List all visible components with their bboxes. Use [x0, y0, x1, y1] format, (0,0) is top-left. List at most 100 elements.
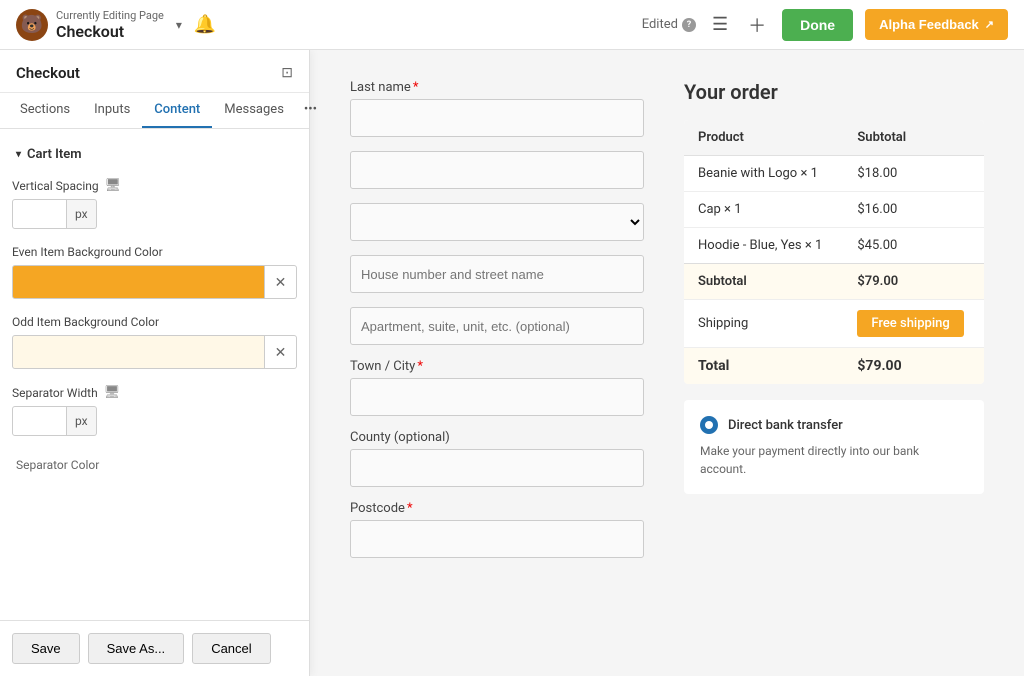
topbar: 🐻 Currently Editing Page Checkout ▾ 🔔 Ed…	[0, 0, 1024, 50]
town-row: Town / City*	[350, 359, 644, 416]
even-bg-color-row: ✕	[12, 265, 297, 299]
info-icon: ?	[682, 18, 696, 32]
house-row	[350, 255, 644, 293]
page-content: Last name*	[310, 50, 1024, 676]
avatar: 🐻	[16, 9, 48, 41]
odd-bg-color-row: ✕	[12, 335, 297, 369]
separator-width-input[interactable]	[12, 406, 67, 436]
tab-content[interactable]: Content	[142, 93, 212, 128]
panel-header: Checkout ⊡	[0, 50, 309, 93]
even-bg-color-swatch[interactable]	[12, 265, 265, 299]
item-price: $18.00	[843, 156, 984, 192]
separator-color-label: Separator Color	[12, 452, 297, 478]
vertical-spacing-input[interactable]	[12, 199, 67, 229]
country-select[interactable]	[350, 203, 644, 241]
postcode-field: Postcode*	[350, 501, 644, 558]
item-name: Hoodie - Blue, Yes × 1	[684, 228, 843, 264]
col-product: Product	[684, 120, 843, 156]
topbar-right: Edited ? ☰ ＋ Done Alpha Feedback ↗	[642, 8, 1008, 42]
last-name-input[interactable]	[350, 99, 644, 137]
vertical-spacing-input-group: px	[12, 199, 297, 229]
odd-bg-color-swatch[interactable]	[12, 335, 265, 369]
checkout-area: Last name*	[350, 80, 984, 572]
last-name-row: Last name*	[350, 80, 644, 137]
even-bg-color-clear[interactable]: ✕	[265, 265, 297, 299]
postcode-row: Postcode*	[350, 501, 644, 558]
px-unit-label: px	[67, 199, 97, 229]
county-input[interactable]	[350, 449, 644, 487]
item-name: Cap × 1	[684, 192, 843, 228]
postcode-label: Postcode*	[350, 501, 644, 516]
table-row: Cap × 1 $16.00	[684, 192, 984, 228]
topbar-left: 🐻 Currently Editing Page Checkout ▾ 🔔	[16, 9, 220, 41]
panel-tabs: Sections Inputs Content Messages •••	[0, 93, 309, 129]
add-button[interactable]: ＋	[744, 8, 770, 42]
free-shipping-badge: Free shipping	[857, 310, 963, 337]
save-button[interactable]: Save	[12, 633, 80, 664]
panel-title: Checkout	[16, 64, 80, 82]
radio-dot	[705, 421, 713, 429]
separator-width-label: Separator Width 🖥	[12, 385, 297, 400]
radio-icon	[700, 416, 718, 434]
house-field	[350, 255, 644, 293]
save-as-button[interactable]: Save As...	[88, 633, 185, 664]
country-row	[350, 203, 644, 241]
maximize-icon[interactable]: ⊡	[281, 65, 293, 81]
odd-bg-color-clear[interactable]: ✕	[265, 335, 297, 369]
sidebar-panel: Checkout ⊡ Sections Inputs Content Messa…	[0, 50, 310, 676]
vertical-spacing-label: Vertical Spacing 🖥	[12, 178, 297, 193]
town-input[interactable]	[350, 378, 644, 416]
payment-option: Direct bank transfer	[700, 416, 968, 434]
panel-footer: Save Save As... Cancel	[0, 620, 309, 676]
external-link-icon: ↗	[985, 18, 994, 31]
list-icon-button[interactable]: ☰	[708, 10, 732, 39]
first-name-input[interactable]	[350, 151, 644, 189]
last-name-label: Last name*	[350, 80, 644, 95]
section-chevron-icon: ▾	[16, 149, 21, 160]
apt-row	[350, 307, 644, 345]
town-field: Town / City*	[350, 359, 644, 416]
editing-subtitle: Currently Editing Page	[56, 9, 164, 22]
table-row: Beanie with Logo × 1 $18.00	[684, 156, 984, 192]
county-row: County (optional)	[350, 430, 644, 487]
tab-sections[interactable]: Sections	[8, 93, 82, 128]
even-bg-label: Even Item Background Color	[12, 245, 297, 259]
panel-body: ▾ Cart Item Vertical Spacing 🖥 px Even I…	[0, 129, 309, 620]
tab-messages[interactable]: Messages	[212, 93, 296, 128]
cancel-button[interactable]: Cancel	[192, 633, 270, 664]
item-price: $45.00	[843, 228, 984, 264]
postcode-input[interactable]	[350, 520, 644, 558]
town-label: Town / City*	[350, 359, 644, 374]
apt-field	[350, 307, 644, 345]
sep-px-unit-label: px	[67, 406, 97, 436]
monitor-icon: 🖥	[105, 178, 122, 193]
order-summary: Your order Product Subtotal Beanie with …	[684, 80, 984, 572]
first-name-row	[350, 151, 644, 189]
table-row: Hoodie - Blue, Yes × 1 $45.00	[684, 228, 984, 264]
tab-more-button[interactable]: •••	[296, 93, 325, 128]
shipping-label: Shipping	[684, 300, 843, 348]
cart-item-section[interactable]: ▾ Cart Item	[12, 141, 297, 168]
shipping-value-cell: Free shipping	[843, 300, 984, 348]
form-section: Last name*	[350, 80, 644, 572]
total-label: Total	[684, 348, 843, 385]
vertical-spacing-field: Vertical Spacing 🖥 px	[12, 178, 297, 229]
subtotal-value: $79.00	[843, 264, 984, 300]
payment-section: Direct bank transfer Make your payment d…	[684, 400, 984, 494]
apt-input[interactable]	[350, 307, 644, 345]
odd-bg-color-field: Odd Item Background Color ✕	[12, 315, 297, 369]
title-group: Currently Editing Page Checkout	[56, 9, 164, 41]
done-button[interactable]: Done	[782, 9, 853, 41]
tab-inputs[interactable]: Inputs	[82, 93, 142, 128]
item-name: Beanie with Logo × 1	[684, 156, 843, 192]
monitor-icon-2: 🖥	[104, 385, 121, 400]
order-title: Your order	[684, 80, 984, 104]
chevron-down-icon[interactable]: ▾	[176, 18, 182, 32]
county-label: County (optional)	[350, 430, 644, 445]
order-table-header: Product Subtotal	[684, 120, 984, 156]
item-price: $16.00	[843, 192, 984, 228]
subtotal-row: Subtotal $79.00	[684, 264, 984, 300]
alpha-feedback-button[interactable]: Alpha Feedback ↗	[865, 9, 1008, 40]
house-input[interactable]	[350, 255, 644, 293]
notifications-button[interactable]: 🔔	[190, 10, 220, 39]
